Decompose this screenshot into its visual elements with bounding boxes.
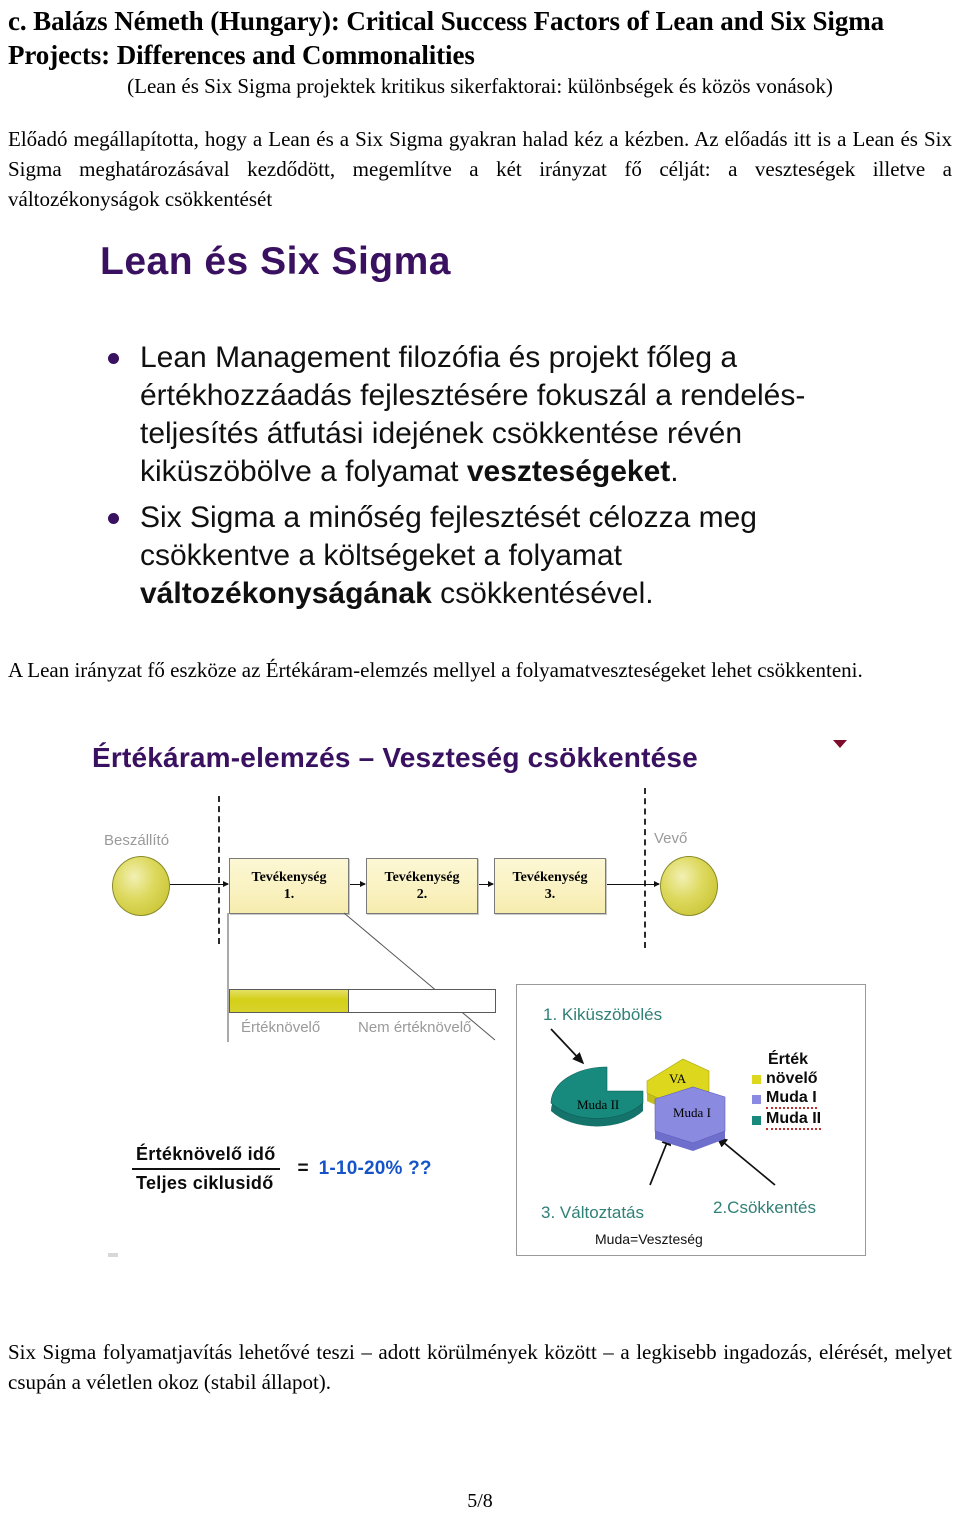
process-box-2-line1: Tevékenység	[384, 870, 460, 885]
fraction-numerator: Értéknövelő idő	[132, 1142, 280, 1170]
legend-row-muda-1: Muda I	[752, 1089, 821, 1109]
scan-artifact	[108, 1253, 118, 1257]
slide-lean-es-six-sigma: Lean és Six Sigma Lean Management filozó…	[92, 236, 892, 636]
page-title: c. Balázs Németh (Hungary): Critical Suc…	[8, 6, 885, 70]
boundary-line-right	[644, 788, 646, 948]
legend-row-value-adding: növelő	[752, 1070, 821, 1088]
flow-arrow-icon	[605, 881, 660, 887]
fraction: Értéknövelő idő Teljes ciklusidő	[132, 1142, 280, 1196]
bar-label-value-added: Értéknövelő	[241, 1019, 321, 1036]
process-box-1: Tevékenység 1.	[229, 858, 349, 914]
pie-label-muda-1: Muda I	[673, 1105, 711, 1120]
legend-title: Érték	[768, 1051, 809, 1068]
process-box-3-line1: Tevékenység	[512, 870, 588, 885]
middle-paragraph: A Lean irányzat fő eszköze az Értékáram-…	[8, 658, 863, 682]
legend-row-muda-2: Muda II	[752, 1110, 822, 1130]
document-page: c. Balázs Németh (Hungary): Critical Suc…	[0, 0, 960, 1537]
customer-node-icon	[660, 856, 718, 916]
bullet-text-bold: veszteségeket	[466, 455, 671, 488]
bullet-text-pre: Six Sigma a minőség fejlesztését célozza…	[140, 501, 757, 572]
flow-arrow-icon	[170, 881, 229, 887]
bar-segment-non-value-added	[349, 990, 495, 1012]
legend-label-value-adding: növelő	[766, 1070, 818, 1087]
supplier-label: Beszállító	[104, 832, 170, 849]
slide-one-title: Lean és Six Sigma	[100, 240, 451, 283]
customer-label: Vevő	[654, 830, 688, 847]
pie-label-muda-2: Muda II	[577, 1097, 619, 1112]
intro-paragraph: Előadó megállapította, hogy a Lean és a …	[8, 127, 952, 211]
list-item: Lean Management filozófia és projekt fől…	[100, 339, 892, 491]
bar-label-non-value-added: Nem értéknövelő	[358, 1019, 472, 1036]
process-box-2: Tevékenység 2.	[366, 858, 478, 914]
legend-label-muda-2: Muda II	[766, 1110, 822, 1130]
fraction-denominator: Teljes ciklusidő	[136, 1173, 274, 1193]
ratio-formula: Értéknövelő idő Teljes ciklusidő = 1-10-…	[132, 1142, 432, 1196]
red-triangle-artifact-icon	[833, 740, 847, 748]
bullet-text-post: csökkentésével.	[431, 577, 654, 610]
supplier-node-icon	[112, 856, 170, 916]
slide-ertekaram-elemzes: Értékáram-elemzés – Veszteség csökkentés…	[88, 736, 888, 1276]
page-subtitle: (Lean és Six Sigma projektek kritikus si…	[127, 74, 833, 98]
pie-legend: Érték növelő Muda I Muda II	[752, 1051, 822, 1131]
list-item: Six Sigma a minőség fejlesztését célozza…	[100, 499, 892, 613]
cycle-time-bar	[229, 989, 496, 1013]
legend-label-muda-1: Muda I	[766, 1089, 817, 1109]
footer-paragraph: Six Sigma folyamatjavítás lehetővé teszi…	[8, 1340, 952, 1394]
pie-chart: Muda II VA Muda I	[550, 1058, 726, 1151]
legend-swatch-value-adding-icon	[752, 1074, 761, 1084]
boundary-line-left	[218, 796, 220, 944]
flow-arrow-icon	[348, 881, 366, 887]
bar-segment-value-added	[230, 990, 350, 1012]
bullet-text-post: .	[670, 455, 679, 488]
slide-one-bullet-list: Lean Management filozófia és projekt fől…	[100, 339, 892, 621]
process-box-3: Tevékenység 3.	[494, 858, 606, 914]
expansion-lines	[227, 912, 496, 1042]
page-number: 5/8	[467, 1490, 493, 1512]
ratio-value: 1-10-20% ??	[318, 1158, 432, 1179]
process-box-1-line2: 1.	[283, 887, 295, 902]
equals-sign: =	[297, 1158, 309, 1179]
process-box-1-line1: Tevékenység	[251, 870, 327, 885]
flow-arrow-icon	[477, 881, 494, 887]
pie-label-va: VA	[669, 1071, 687, 1086]
slide-two-title: Értékáram-elemzés – Veszteség csökkentés…	[92, 742, 698, 773]
legend-swatch-muda-1-icon	[752, 1094, 761, 1104]
bullet-dot-icon	[108, 513, 119, 524]
process-box-2-line2: 2.	[416, 887, 428, 902]
legend-swatch-muda-2-icon	[752, 1115, 761, 1125]
process-box-3-line2: 3.	[544, 887, 556, 902]
pie-chart-panel: 1. Kiküszöbölés 2.Csökkentés 3. Változta…	[516, 984, 866, 1256]
bullet-dot-icon	[108, 353, 119, 364]
bullet-text-bold: változékonyságának	[140, 577, 432, 610]
